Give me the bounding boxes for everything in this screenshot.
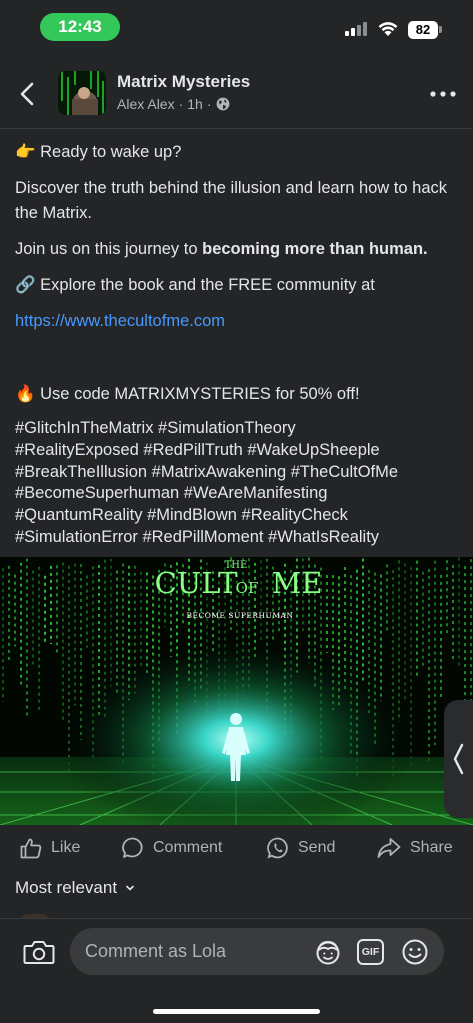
send-button[interactable]: Send	[266, 836, 335, 860]
emoji-icon[interactable]	[401, 938, 429, 966]
globe-icon	[216, 97, 229, 111]
hashtag-block: #GlitchInTheMatrix #SimulationTheory #Re…	[15, 418, 463, 549]
comment-box: GIF	[70, 928, 444, 975]
discover-text: Discover the truth behind the illusion a…	[15, 179, 448, 222]
comment-input[interactable]	[85, 928, 305, 975]
page-name[interactable]: Matrix Mysteries	[117, 72, 250, 92]
post-line-code: 🔥 Use code MATRIXMYSTERIES for 50% off!	[15, 382, 463, 407]
status-time: 12:43	[40, 13, 120, 41]
status-bar: 12:43 82	[0, 0, 473, 52]
hashtag-line[interactable]: #QuantumReality #MindBlown #RealityCheck	[15, 505, 463, 527]
comment-composer: GIF	[0, 918, 473, 1023]
hashtag-line[interactable]: #BreakTheIllusion #MatrixAwakening #TheC…	[15, 462, 463, 484]
next-media-handle[interactable]	[444, 700, 473, 818]
action-bar: Like Comment Send Share	[0, 830, 473, 870]
hashtag-line[interactable]: #GlitchInTheMatrix #SimulationTheory	[15, 418, 463, 440]
journey-text: Join us on this journey to	[15, 240, 203, 258]
comment-button[interactable]: Comment	[121, 836, 222, 860]
header-divider	[0, 128, 473, 129]
post-image[interactable]: THE CULT OF ME BECOME SUPERHUMAN	[0, 557, 473, 825]
share-icon	[377, 838, 401, 858]
title-me: ME	[272, 566, 323, 600]
send-label: Send	[298, 839, 336, 856]
pointing-hand-emoji: 👉	[15, 143, 36, 161]
comment-label: Comment	[153, 839, 223, 856]
chevron-down-icon	[126, 885, 134, 891]
post-line-journey: Join us on this journey to becoming more…	[15, 237, 463, 262]
back-arrow-icon[interactable]	[14, 78, 42, 110]
thumbs-up-icon	[20, 838, 42, 859]
post-text: 👉 Ready to wake up? Discover the truth b…	[15, 140, 463, 549]
battery-indicator: 82	[408, 21, 438, 39]
promo-code-text: Use code MATRIXMYSTERIES for 50% off!	[40, 385, 360, 403]
hashtag-line[interactable]: #BecomeSuperhuman #WeAreManifesting	[15, 483, 463, 505]
meta-separator-2: ·	[206, 96, 212, 112]
meta-separator: ·	[178, 96, 184, 112]
post-line-wake: 👉 Ready to wake up?	[15, 140, 463, 165]
comment-icon	[122, 837, 143, 858]
home-indicator	[153, 1009, 320, 1014]
chevron-left-icon	[453, 743, 464, 775]
post-age[interactable]: 1h	[187, 96, 203, 112]
share-label: Share	[410, 839, 453, 856]
post-meta: Alex Alex · 1h ·	[117, 96, 230, 112]
wifi-icon	[378, 22, 398, 36]
post-line-link: https://www.thecultofme.com	[15, 309, 463, 334]
journey-bold-text: becoming more than human.	[202, 240, 428, 258]
post-line-explore: 🔗 Explore the book and the FREE communit…	[15, 273, 463, 298]
whatsapp-icon	[267, 837, 288, 859]
battery-tip	[439, 26, 442, 33]
fire-emoji: 🔥	[15, 385, 36, 403]
website-link[interactable]: https://www.thecultofme.com	[15, 312, 225, 330]
wake-up-text: Ready to wake up?	[40, 143, 182, 161]
explore-text: Explore the book and the FREE community …	[40, 276, 375, 294]
signal-icon	[345, 22, 369, 36]
post-header: Matrix Mysteries Alex Alex · 1h ·	[0, 60, 473, 128]
camera-icon[interactable]	[22, 937, 56, 967]
title-of: OF	[236, 579, 259, 597]
author-name[interactable]: Alex Alex	[117, 96, 175, 112]
image-subtitle: BECOME SUPERHUMAN	[186, 611, 293, 620]
sort-comments-dropdown[interactable]: Most relevant	[15, 878, 135, 898]
more-options-icon[interactable]	[428, 88, 458, 100]
page-avatar[interactable]	[58, 71, 106, 115]
link-emoji: 🔗	[15, 276, 36, 294]
avatar-sticker-icon[interactable]	[314, 938, 342, 966]
share-button[interactable]: Share	[376, 836, 453, 860]
hashtag-line[interactable]: #SimulationError #RedPillMoment #WhatIsR…	[15, 527, 463, 549]
like-label: Like	[51, 839, 81, 856]
title-cult: CULT	[155, 566, 239, 600]
hashtag-line[interactable]: #RealityExposed #RedPillTruth #WakeUpShe…	[15, 440, 463, 462]
sort-label: Most relevant	[15, 878, 118, 897]
like-button[interactable]: Like	[19, 836, 80, 860]
gif-button[interactable]: GIF	[357, 939, 384, 965]
